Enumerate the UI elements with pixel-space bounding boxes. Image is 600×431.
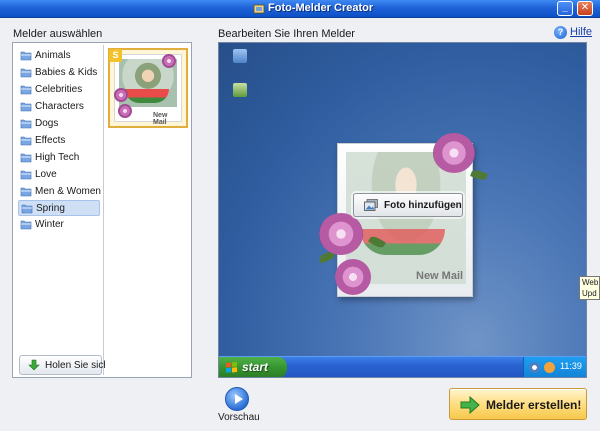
category-item-men-women[interactable]: Men & Women — [18, 184, 101, 200]
play-icon — [225, 387, 249, 411]
folder-icon — [20, 85, 32, 95]
folder-icon — [20, 153, 32, 163]
category-item-winter[interactable]: Winter — [18, 217, 100, 233]
folder-icon — [20, 119, 32, 129]
preview-label: Vorschau — [218, 412, 260, 423]
category-label: Dogs — [35, 118, 59, 129]
category-label: Babies & Kids — [35, 67, 98, 78]
help-icon: ? — [554, 26, 567, 39]
category-item-love[interactable]: Love — [18, 167, 100, 183]
folder-icon — [20, 68, 32, 78]
category-label: High Tech — [35, 152, 80, 163]
folder-icon — [20, 102, 32, 112]
help-label: Hilfe — [570, 26, 593, 38]
category-item-effects[interactable]: Effects — [18, 133, 100, 149]
rose-decoration — [162, 54, 176, 68]
start-label: start — [242, 360, 269, 374]
rose-decoration — [335, 259, 371, 295]
app-icon — [253, 4, 265, 14]
folder-icon — [20, 220, 32, 230]
tooltip-line: Web — [582, 278, 599, 287]
recycle-bin-icon — [233, 83, 247, 97]
close-button[interactable]: ✕ — [577, 1, 593, 16]
add-photo-label: Foto hinzufügen — [384, 200, 462, 211]
folder-icon — [20, 187, 32, 197]
windows-flag-icon — [226, 361, 237, 373]
rose-decoration — [118, 104, 132, 118]
external-tooltip: Web Upd — [579, 276, 600, 300]
category-list: Animals Babies & Kids Celebrities Charac… — [15, 45, 109, 375]
photo-icon — [364, 199, 378, 211]
category-item-celebrities[interactable]: Celebrities — [18, 82, 100, 98]
get-more-label: Holen Sie sich — [45, 360, 109, 371]
system-tray: 11:39 — [523, 357, 586, 377]
folder-icon — [20, 170, 32, 180]
computer-icon — [233, 49, 247, 63]
desktop-icon — [225, 83, 255, 117]
category-label: Winter — [35, 219, 64, 230]
category-label: Animals — [35, 50, 71, 61]
download-arrow-icon — [28, 359, 40, 371]
network-icon — [529, 362, 540, 373]
tooltip-line: Upd — [582, 289, 597, 298]
create-melder-label: Melder erstellen! — [486, 398, 582, 412]
category-item-spring[interactable]: Spring — [18, 200, 100, 216]
category-item-animals[interactable]: Animals — [18, 48, 100, 64]
taskbar: start 11:39 — [219, 356, 586, 377]
category-item-characters[interactable]: Characters — [18, 99, 100, 115]
melder-thumbnail-selected[interactable]: New Mail S — [108, 48, 188, 128]
start-button: start — [219, 357, 287, 377]
melder-thumbnails: New Mail S — [105, 45, 189, 375]
thumbnail-badge: S — [109, 49, 122, 62]
desktop-preview: New Mail Foto hinzufügen start 11:39 — [218, 42, 587, 378]
category-item-dogs[interactable]: Dogs — [18, 116, 100, 132]
rose-decoration — [433, 133, 475, 173]
melder-selector: Animals Babies & Kids Celebrities Charac… — [12, 42, 192, 378]
title-bar: Foto-Melder Creator _ ✕ — [0, 0, 600, 18]
get-more-button[interactable]: Holen Sie sich — [19, 355, 109, 375]
folder-icon — [20, 136, 32, 146]
window-title: Foto-Melder Creator — [268, 2, 374, 14]
thumbnail-caption: New Mail — [153, 112, 168, 126]
tray-clock: 11:39 — [560, 361, 582, 371]
category-item-high-tech[interactable]: High Tech — [18, 150, 100, 166]
create-melder-button[interactable]: Melder erstellen! — [449, 388, 587, 420]
add-photo-button[interactable]: Foto hinzufügen — [353, 193, 463, 217]
rose-decoration — [114, 88, 128, 102]
edit-melder-heading: Bearbeiten Sie Ihren Melder — [218, 28, 355, 40]
category-item-babies-kids[interactable]: Babies & Kids — [18, 65, 100, 81]
category-label: Characters — [35, 101, 84, 112]
folder-icon — [21, 204, 33, 214]
desktop-icon — [225, 49, 255, 83]
notifier-tray-icon — [544, 362, 555, 373]
category-label: Celebrities — [35, 84, 83, 95]
preview-button[interactable]: Vorschau — [218, 387, 260, 423]
category-label: Love — [35, 169, 57, 180]
minimize-button[interactable]: _ — [557, 1, 573, 16]
folder-icon — [20, 51, 32, 61]
category-label: Effects — [35, 135, 66, 146]
category-label: Men & Women — [35, 186, 101, 197]
category-label: Spring — [36, 203, 65, 214]
card-title: New Mail — [416, 270, 464, 282]
select-melder-heading: Melder auswählen — [13, 28, 103, 40]
arrow-right-icon — [460, 396, 480, 414]
rose-decoration — [319, 213, 363, 255]
